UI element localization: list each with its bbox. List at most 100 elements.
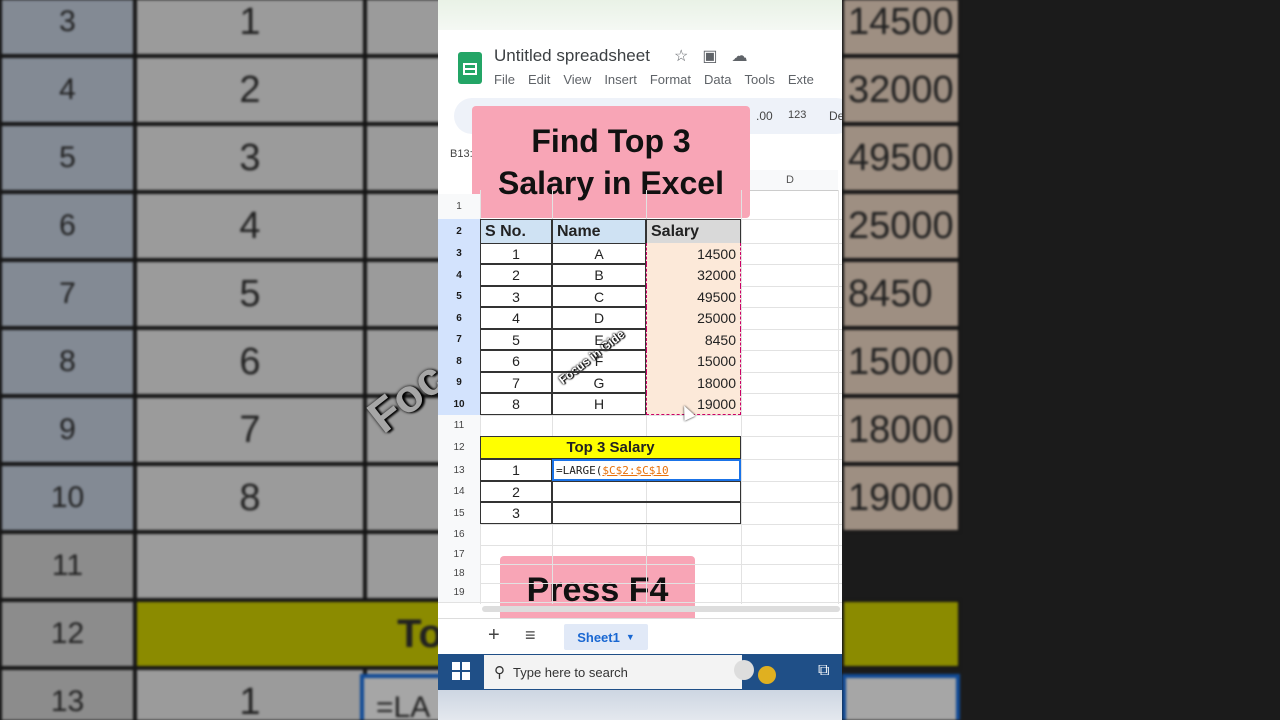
grid-line — [480, 583, 842, 584]
header-salary[interactable]: Salary — [646, 219, 741, 244]
golf-ball-icon — [734, 660, 754, 680]
font-select[interactable]: De — [829, 109, 842, 123]
formula-range-ref: $C$2:$C$10 — [602, 463, 669, 477]
menu-item[interactable]: Insert — [604, 72, 637, 87]
grid-line — [480, 524, 842, 525]
all-sheets-icon[interactable]: ≡ — [525, 625, 536, 646]
top-gradient-bar — [438, 0, 842, 30]
name-box[interactable]: B13: — [450, 148, 473, 160]
name-cell[interactable]: G — [552, 372, 646, 393]
top3-value-cell[interactable] — [552, 502, 741, 524]
sno-cell[interactable]: 3 — [480, 286, 552, 307]
menu-item[interactable]: View — [563, 72, 591, 87]
row-header[interactable]: 4 — [438, 264, 480, 287]
sheet-tab-label: Sheet1 — [577, 629, 620, 645]
sno-cell[interactable]: 6 — [480, 350, 552, 372]
name-cell[interactable]: F — [552, 350, 646, 372]
sno-cell[interactable]: 8 — [480, 393, 552, 415]
row-header[interactable]: 17 — [438, 545, 480, 565]
document-title[interactable]: Untitled spreadsheet — [494, 46, 650, 66]
star-icon[interactable]: ☆ — [674, 46, 688, 66]
row-header[interactable]: 6 — [438, 307, 480, 330]
menu-item[interactable]: Format — [650, 72, 691, 87]
grid-line — [480, 602, 842, 603]
top3-value-cell[interactable] — [552, 481, 741, 502]
sno-cell[interactable]: 7 — [480, 372, 552, 393]
salary-cell[interactable]: 8450 — [646, 329, 741, 350]
column-header-d[interactable]: D — [742, 170, 838, 191]
salary-cell[interactable]: 32000 — [646, 264, 741, 286]
menu-bar: File Edit View Insert Format Data Tools Exte — [494, 72, 814, 87]
row-header[interactable]: 16 — [438, 524, 480, 546]
sno-cell[interactable]: 5 — [480, 329, 552, 350]
sno-cell[interactable]: 1 — [480, 243, 552, 264]
menu-item[interactable]: Tools — [744, 72, 774, 87]
salary-cell[interactable]: 14500 — [646, 243, 741, 264]
menu-item[interactable]: Edit — [528, 72, 550, 87]
salary-cell[interactable]: 15000 — [646, 350, 741, 372]
salary-cell[interactable]: 49500 — [646, 286, 741, 307]
row-header[interactable]: 11 — [438, 415, 480, 437]
search-placeholder: Type here to search — [513, 664, 628, 680]
row-header[interactable]: 8 — [438, 350, 480, 373]
more-formats-button[interactable]: 123 — [788, 109, 806, 121]
rank-cell[interactable]: 2 — [480, 481, 552, 502]
row-header[interactable]: 9 — [438, 372, 480, 394]
row-header[interactable]: 3 — [438, 243, 480, 265]
sheets-logo-icon[interactable] — [458, 52, 482, 84]
name-cell[interactable]: D — [552, 307, 646, 329]
decrease-decimal-button[interactable]: .00 — [756, 109, 773, 123]
header-name[interactable]: Name — [552, 219, 646, 244]
formula-input[interactable]: =LARGE($C$2:$C$10 — [552, 459, 741, 481]
move-folder-icon[interactable]: ▣ — [702, 46, 717, 66]
row-header[interactable]: 19 — [438, 583, 480, 603]
cloud-status-icon[interactable]: ☁ — [731, 46, 747, 66]
row-header[interactable]: 7 — [438, 329, 480, 351]
name-cell[interactable]: C — [552, 286, 646, 307]
grid-line — [480, 564, 842, 565]
menu-item[interactable]: File — [494, 72, 515, 87]
top3-title[interactable]: Top 3 Salary — [480, 436, 741, 459]
spreadsheet-frame: Untitled spreadsheet ☆ ▣ ☁ File Edit View I… — [438, 0, 842, 720]
name-cell[interactable]: A — [552, 243, 646, 264]
instruction-overlay: Press F4 — [500, 556, 695, 624]
medal-icon — [758, 666, 776, 684]
chevron-down-icon[interactable]: ▼ — [626, 632, 635, 642]
formula-function: =LARGE( — [556, 463, 603, 477]
grid-line — [480, 415, 842, 416]
horizontal-scrollbar[interactable] — [482, 606, 840, 612]
row-header[interactable]: 2 — [438, 219, 480, 244]
salary-cell[interactable]: 18000 — [646, 372, 741, 393]
menu-item[interactable]: Data — [704, 72, 731, 87]
task-view-icon[interactable]: ⧉ — [818, 662, 829, 680]
heading-overlay: Find Top 3 Salary in Excel — [472, 106, 750, 218]
header-sno[interactable]: S No. — [480, 219, 552, 244]
row-header[interactable]: 12 — [438, 436, 480, 460]
row-header[interactable]: 15 — [438, 502, 480, 525]
windows-start-icon[interactable] — [452, 662, 470, 680]
name-cell[interactable]: H — [552, 393, 646, 415]
salary-cell[interactable]: 25000 — [646, 307, 741, 329]
add-sheet-icon[interactable]: + — [488, 624, 500, 647]
name-cell[interactable]: B — [552, 264, 646, 286]
grid-line — [480, 545, 842, 546]
sno-cell[interactable]: 2 — [480, 264, 552, 286]
grid-line — [838, 190, 839, 604]
menu-item[interactable]: Exte — [788, 72, 814, 87]
taskbar-search-input[interactable]: ⚲ Type here to search — [484, 655, 742, 689]
title-icons: ☆ ▣ ☁ — [674, 46, 747, 66]
rank-cell[interactable]: 1 — [480, 459, 552, 481]
row-header[interactable]: 14 — [438, 481, 480, 503]
row-header[interactable]: 18 — [438, 564, 480, 584]
name-cell[interactable]: E — [552, 329, 646, 350]
sno-cell[interactable]: 4 — [480, 307, 552, 329]
row-header[interactable]: 1 — [438, 194, 480, 220]
rank-cell[interactable]: 3 — [480, 502, 552, 524]
grid-line — [741, 190, 742, 604]
row-header[interactable]: 10 — [438, 393, 480, 416]
search-icon: ⚲ — [494, 664, 505, 681]
tab-sheet1[interactable]: Sheet1 ▼ — [564, 624, 648, 650]
row-header[interactable]: 5 — [438, 286, 480, 308]
row-header[interactable]: 13 — [438, 459, 480, 482]
bottom-strip — [438, 690, 842, 720]
